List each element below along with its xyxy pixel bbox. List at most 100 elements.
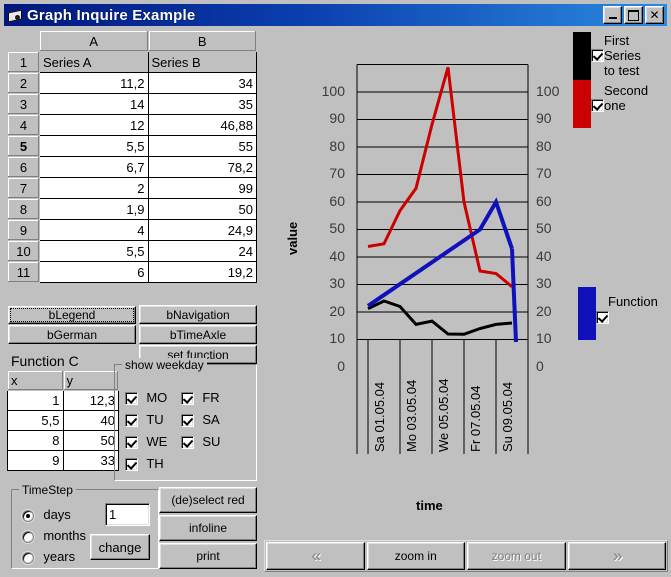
table-row[interactable]: 1 Series A Series B bbox=[7, 51, 257, 73]
column-header-a[interactable]: A bbox=[39, 30, 149, 52]
list-item[interactable]: 5,5 40 bbox=[7, 410, 119, 431]
checkbox-icon[interactable] bbox=[125, 392, 138, 406]
table-row[interactable]: 8 1,9 50 bbox=[7, 198, 257, 220]
cell-a8[interactable]: 1,9 bbox=[39, 198, 149, 220]
zoom-in-button[interactable]: zoom in bbox=[366, 542, 465, 570]
weekday-checkbox-sa[interactable]: SA bbox=[181, 412, 220, 428]
function-x-1[interactable]: 1 bbox=[7, 390, 64, 411]
function-y-2[interactable]: 40 bbox=[62, 410, 119, 431]
cell-b6[interactable]: 78,2 bbox=[147, 156, 257, 178]
minimize-button[interactable] bbox=[603, 6, 622, 24]
checkbox-icon[interactable] bbox=[181, 436, 194, 450]
row-header-9[interactable]: 9 bbox=[7, 219, 40, 241]
cell-b9[interactable]: 24,9 bbox=[147, 219, 257, 241]
prev-button[interactable]: « bbox=[266, 542, 365, 570]
cell-a7[interactable]: 2 bbox=[39, 177, 149, 199]
list-item[interactable]: 8 50 bbox=[7, 430, 119, 451]
radio-icon[interactable] bbox=[22, 509, 34, 522]
cell-a6[interactable]: 6,7 bbox=[39, 156, 149, 178]
list-item[interactable]: 9 33 bbox=[7, 450, 119, 471]
cell-a4[interactable]: 12 bbox=[39, 114, 149, 136]
row-header-10[interactable]: 10 bbox=[7, 240, 40, 262]
function-col-x[interactable]: x bbox=[7, 370, 64, 391]
maximize-button[interactable] bbox=[624, 6, 643, 24]
cell-b8[interactable]: 50 bbox=[147, 198, 257, 220]
radio-years[interactable]: years bbox=[22, 549, 75, 564]
table-row[interactable]: 3 14 35 bbox=[7, 93, 257, 115]
cell-a1[interactable]: Series A bbox=[39, 51, 149, 73]
legend-top[interactable]: First Series to test Second one bbox=[573, 32, 669, 128]
row-header-8[interactable]: 8 bbox=[7, 198, 40, 220]
bnavigation-button[interactable]: bNavigation bbox=[139, 305, 257, 324]
row-header-11[interactable]: 11 bbox=[7, 261, 40, 283]
column-header-b[interactable]: B bbox=[147, 30, 257, 52]
table-row[interactable]: 10 5,5 24 bbox=[7, 240, 257, 262]
row-header-3[interactable]: 3 bbox=[7, 93, 40, 115]
weekday-checkbox-th[interactable]: TH bbox=[125, 456, 164, 472]
table-row[interactable]: 9 4 24,9 bbox=[7, 219, 257, 241]
legend-checkbox-second[interactable] bbox=[591, 99, 604, 112]
legend-function[interactable]: Function bbox=[578, 287, 670, 347]
close-button[interactable]: ✕ bbox=[645, 6, 664, 24]
cell-b4[interactable]: 46,88 bbox=[147, 114, 257, 136]
row-header-5[interactable]: 5 bbox=[7, 135, 40, 157]
deselect-red-button[interactable]: (de)select red bbox=[159, 487, 257, 513]
bgerman-button[interactable]: bGerman bbox=[8, 325, 136, 344]
function-x-3[interactable]: 8 bbox=[7, 430, 64, 451]
weekday-checkbox-we[interactable]: WE bbox=[125, 434, 167, 450]
data-spreadsheet[interactable]: A B 1 Series A Series B 2 11,2 34 3 14 3… bbox=[7, 30, 257, 300]
cell-b1[interactable]: Series B bbox=[147, 51, 257, 73]
blegend-button[interactable]: bLegend bbox=[8, 306, 136, 324]
checkbox-icon[interactable] bbox=[125, 458, 138, 472]
function-x-2[interactable]: 5,5 bbox=[7, 410, 64, 431]
function-col-y[interactable]: y bbox=[62, 370, 119, 391]
timestep-value-input[interactable]: 1 bbox=[105, 503, 150, 526]
cell-b2[interactable]: 34 bbox=[147, 72, 257, 94]
cell-b10[interactable]: 24 bbox=[147, 240, 257, 262]
print-button[interactable]: print bbox=[159, 543, 257, 569]
function-y-1[interactable]: 12,3 bbox=[62, 390, 119, 411]
btimeaxle-button[interactable]: bTimeAxle bbox=[139, 325, 257, 344]
spreadsheet-grid[interactable]: A B 1 Series A Series B 2 11,2 34 3 14 3… bbox=[7, 30, 257, 283]
weekday-checkbox-tu[interactable]: TU bbox=[125, 412, 164, 428]
change-button[interactable]: change bbox=[90, 534, 150, 560]
row-header-6[interactable]: 6 bbox=[7, 156, 40, 178]
function-y-3[interactable]: 50 bbox=[62, 430, 119, 451]
checkbox-icon[interactable] bbox=[181, 392, 194, 406]
function-x-4[interactable]: 9 bbox=[7, 450, 64, 471]
table-row[interactable]: 5 5,5 55 bbox=[7, 135, 257, 157]
function-grid[interactable]: Function C x y 1 12,3 5,5 40 8 50 9 33 bbox=[7, 350, 119, 471]
cell-a2[interactable]: 11,2 bbox=[39, 72, 149, 94]
cell-b11[interactable]: 19,2 bbox=[147, 261, 257, 283]
next-button[interactable]: » bbox=[567, 542, 666, 570]
table-row[interactable]: 6 6,7 78,2 bbox=[7, 156, 257, 178]
infoline-button[interactable]: infoline bbox=[159, 515, 257, 541]
cell-b7[interactable]: 99 bbox=[147, 177, 257, 199]
row-header-7[interactable]: 7 bbox=[7, 177, 40, 199]
radio-months[interactable]: months bbox=[22, 528, 86, 543]
cell-a10[interactable]: 5,5 bbox=[39, 240, 149, 262]
table-row[interactable]: 11 6 19,2 bbox=[7, 261, 257, 283]
radio-days[interactable]: days bbox=[22, 507, 71, 522]
checkbox-icon[interactable] bbox=[181, 414, 194, 428]
radio-icon[interactable] bbox=[22, 530, 34, 543]
legend-checkbox-first[interactable] bbox=[591, 49, 604, 62]
table-row[interactable]: 7 2 99 bbox=[7, 177, 257, 199]
weekday-checkbox-mo[interactable]: MO bbox=[125, 390, 167, 406]
cell-a9[interactable]: 4 bbox=[39, 219, 149, 241]
function-y-4[interactable]: 33 bbox=[62, 450, 119, 471]
table-row[interactable]: 2 11,2 34 bbox=[7, 72, 257, 94]
cell-a3[interactable]: 14 bbox=[39, 93, 149, 115]
row-header-2[interactable]: 2 bbox=[7, 72, 40, 94]
radio-icon[interactable] bbox=[22, 551, 34, 564]
table-row[interactable]: 4 12 46,88 bbox=[7, 114, 257, 136]
cell-a5[interactable]: 5,5 bbox=[39, 135, 149, 157]
list-item[interactable]: 1 12,3 bbox=[7, 390, 119, 411]
weekday-checkbox-su[interactable]: SU bbox=[181, 434, 220, 450]
row-header-4[interactable]: 4 bbox=[7, 114, 40, 136]
row-header-1[interactable]: 1 bbox=[7, 51, 40, 73]
cell-b3[interactable]: 35 bbox=[147, 93, 257, 115]
cell-a11[interactable]: 6 bbox=[39, 261, 149, 283]
function-c-table[interactable]: Function C x y 1 12,3 5,5 40 8 50 9 33 bbox=[7, 350, 119, 471]
legend-checkbox-function[interactable] bbox=[596, 311, 609, 324]
